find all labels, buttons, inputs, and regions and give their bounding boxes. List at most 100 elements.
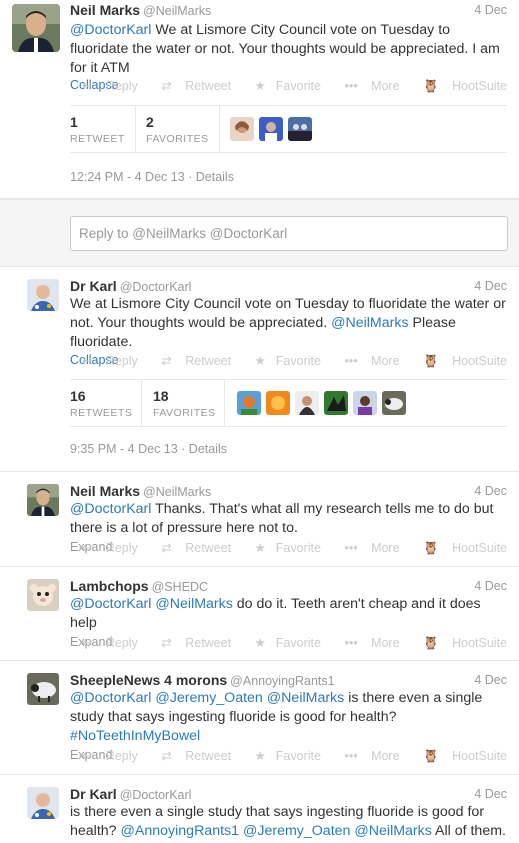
avatar[interactable] [27, 279, 59, 311]
favorite-button[interactable]: ★ Favorite [245, 541, 321, 555]
author-name[interactable]: Dr Karl [70, 786, 117, 802]
tweet-date[interactable]: 4 Dec [474, 279, 507, 293]
hootsuite-button[interactable]: 🦉 HootSuite [413, 354, 507, 368]
mention-link[interactable]: @NeilMarks [155, 596, 232, 612]
mention-link[interactable]: @DoctorKarl [70, 22, 151, 38]
tweet-text: is there even a single study that says i… [70, 803, 509, 841]
more-button[interactable]: ••• More [334, 636, 399, 650]
favorite-button[interactable]: ★ Favorite [245, 749, 321, 763]
favoriter-avatar[interactable] [382, 391, 406, 415]
avatar[interactable] [27, 673, 59, 705]
favoriter-avatar[interactable] [353, 391, 377, 415]
reply-input[interactable]: Reply to @NeilMarks @DoctorKarl [70, 216, 508, 251]
hootsuite-button[interactable]: 🦉 HootSuite [413, 541, 507, 555]
hootsuite-button[interactable]: 🦉 HootSuite [413, 749, 507, 763]
avatar[interactable] [12, 4, 60, 52]
author-name[interactable]: Lambchops [70, 578, 149, 594]
retweet-icon: ⇄ [161, 636, 172, 650]
author-handle[interactable]: @SHEDC [152, 580, 208, 594]
reply-button[interactable]: ↩ Reply [72, 749, 138, 763]
mention-link[interactable]: @Jeremy_Oaten [243, 823, 350, 839]
tweet-timestamp-details[interactable]: 9:35 PM - 4 Dec 13 · Details [70, 442, 227, 456]
more-button[interactable]: ••• More [334, 354, 399, 368]
favoriter-avatar[interactable] [230, 117, 254, 141]
retweet-icon: ⇄ [161, 749, 172, 763]
retweet-icon: ⇄ [161, 354, 172, 368]
hootsuite-button[interactable]: 🦉 HootSuite [413, 79, 507, 93]
tweet-date[interactable]: 4 Dec [474, 673, 507, 687]
favoriter-avatar[interactable] [237, 391, 261, 415]
mention-link[interactable]: @DoctorKarl [70, 596, 151, 612]
owl-icon: 🦉 [423, 541, 439, 555]
retweet-icon: ⇄ [161, 79, 172, 93]
retweet-button[interactable]: ⇄ Retweet [151, 749, 231, 763]
author-name[interactable]: Dr Karl [70, 278, 117, 294]
more-icon: ••• [344, 749, 358, 763]
mention-link[interactable]: @DoctorKarl [70, 501, 151, 517]
tweet-neil-marks-1[interactable]: Neil Marks @NeilMarks 4 Dec @DoctorKarl W… [0, 0, 519, 199]
reply-button[interactable]: ↩ Reply [72, 541, 138, 555]
favoriter-avatar[interactable] [259, 117, 283, 141]
reply-button[interactable]: ↩ Reply [72, 354, 138, 368]
tweet-text: @DoctorKarl We at Lismore City Council v… [70, 21, 509, 78]
mention-link[interactable]: @Jeremy_Oaten [155, 690, 262, 706]
avatar[interactable] [27, 787, 59, 819]
tweet-stats: 1 RETWEET 2 FAVORITES [70, 105, 507, 153]
favorite-button[interactable]: ★ Favorite [245, 636, 321, 650]
favorite-button[interactable]: ★ Favorite [245, 354, 321, 368]
tweet-neil-marks-2[interactable]: Neil Marks @NeilMarks 4 Dec @DoctorKarl T… [0, 472, 519, 567]
author-name[interactable]: Neil Marks [70, 483, 140, 499]
reply-icon: ↩ [81, 541, 93, 555]
reply-button[interactable]: ↩ Reply [72, 636, 138, 650]
tweet-date[interactable]: 4 Dec [474, 3, 507, 17]
retweet-button[interactable]: ⇄ Retweet [151, 636, 231, 650]
favoriter-avatar[interactable] [295, 391, 319, 415]
tweet-date[interactable]: 4 Dec [474, 787, 507, 801]
hootsuite-button[interactable]: 🦉 HootSuite [413, 636, 507, 650]
retweet-count[interactable]: 16 RETWEETS [70, 388, 132, 419]
owl-icon: 🦉 [423, 79, 439, 93]
favoriter-avatar[interactable] [288, 117, 312, 141]
more-button[interactable]: ••• More [334, 749, 399, 763]
author-handle[interactable]: @DoctorKarl [120, 788, 192, 802]
tweet-dr-karl-2[interactable]: Dr Karl @DoctorKarl 4 Dec is there even a… [0, 775, 519, 843]
tweet-text: @DoctorKarl @Jeremy_Oaten @NeilMarks is … [70, 689, 509, 746]
mention-link[interactable]: @DoctorKarl [70, 690, 151, 706]
owl-icon: 🦉 [423, 636, 439, 650]
retweet-button[interactable]: ⇄ Retweet [151, 541, 231, 555]
retweet-button[interactable]: ⇄ Retweet [151, 79, 231, 93]
retweet-count[interactable]: 1 RETWEET [70, 114, 125, 145]
mention-link[interactable]: @NeilMarks [267, 690, 344, 706]
tweet-lambchops[interactable]: Lambchops @SHEDC 4 Dec @DoctorKarl @NeilM… [0, 567, 519, 661]
more-icon: ••• [344, 354, 358, 368]
author-handle[interactable]: @NeilMarks [143, 4, 211, 18]
author-handle[interactable]: @AnnoyingRants1 [230, 674, 334, 688]
mention-link[interactable]: @NeilMarks [331, 315, 408, 331]
tweet-date[interactable]: 4 Dec [474, 484, 507, 498]
tweet-timestamp-details[interactable]: 12:24 PM - 4 Dec 13 · Details [70, 170, 234, 184]
avatar[interactable] [27, 484, 59, 516]
tweet-text: We at Lismore City Council vote on Tuesd… [70, 295, 509, 352]
tweet-dr-karl-1[interactable]: Dr Karl @DoctorKarl 4 Dec We at Lismore C… [0, 267, 519, 472]
reply-icon: ↩ [81, 636, 93, 650]
favorites-count[interactable]: 2 FAVORITES [146, 114, 209, 145]
favoriter-avatar[interactable] [266, 391, 290, 415]
more-button[interactable]: ••• More [334, 79, 399, 93]
tweet-date[interactable]: 4 Dec [474, 579, 507, 593]
mention-link[interactable]: @AnnoyingRants1 [121, 823, 240, 839]
author-name[interactable]: Neil Marks [70, 2, 140, 18]
favoriter-avatar[interactable] [324, 391, 348, 415]
reply-button[interactable]: ↩ Reply [72, 79, 138, 93]
favorite-button[interactable]: ★ Favorite [245, 79, 321, 93]
retweet-button[interactable]: ⇄ Retweet [151, 354, 231, 368]
author-name[interactable]: SheepleNews 4 morons [70, 672, 227, 688]
more-icon: ••• [344, 541, 358, 555]
favorites-count[interactable]: 18 FAVORITES [153, 388, 216, 419]
avatar[interactable] [27, 579, 59, 611]
tweet-sheeplenews[interactable]: SheepleNews 4 morons @AnnoyingRants1 4 De… [0, 661, 519, 775]
author-handle[interactable]: @NeilMarks [143, 485, 211, 499]
mention-link[interactable]: @NeilMarks [354, 823, 431, 839]
hashtag-link[interactable]: #NoTeethInMyBowel [70, 728, 200, 744]
more-button[interactable]: ••• More [334, 541, 399, 555]
author-handle[interactable]: @DoctorKarl [120, 280, 192, 294]
